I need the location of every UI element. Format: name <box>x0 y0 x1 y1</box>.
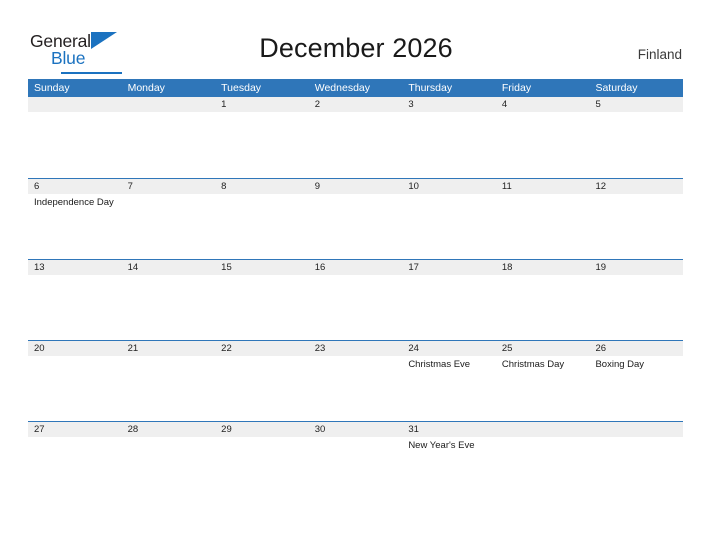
calendar-day-cell[interactable]: 14 <box>121 260 216 340</box>
calendar-day-cell[interactable]: 13 <box>28 260 122 340</box>
day-number: 6 <box>28 179 122 194</box>
weekday-header-sunday: Sunday <box>34 82 70 94</box>
calendar-day-cell[interactable]: 17 <box>402 260 496 340</box>
day-number <box>28 97 122 112</box>
calendar-day-cell-empty <box>495 422 590 502</box>
day-number: 4 <box>495 97 590 112</box>
day-number <box>589 422 684 437</box>
calendar-day-cell[interactable]: 12 <box>589 179 684 259</box>
day-number: 5 <box>589 97 684 112</box>
day-events: Boxing Day <box>589 356 683 371</box>
day-number: 11 <box>495 179 590 194</box>
day-number: 2 <box>308 97 403 112</box>
day-number: 13 <box>28 260 122 275</box>
calendar-day-cell[interactable]: 9 <box>308 179 403 259</box>
day-number: 31 <box>402 422 496 437</box>
day-events: Independence Day <box>28 194 122 209</box>
calendar-day-cell[interactable]: 23 <box>308 341 403 421</box>
holiday-event-label: New Year's Eve <box>408 440 475 451</box>
calendar-day-cell[interactable]: 11 <box>495 179 590 259</box>
day-events: Christmas Day <box>496 356 590 371</box>
page-header: General Blue December 2026 Finland <box>0 0 712 78</box>
page-title: December 2026 <box>259 33 453 63</box>
calendar-week-row: 20 21 22 23 24 Christmas Eve 25 Christmas Day 26… <box>28 340 684 421</box>
calendar-day-cell[interactable]: 5 <box>589 97 684 178</box>
calendar-day-cell-empty <box>121 97 216 178</box>
calendar-day-cell[interactable]: 31 New Year's Eve <box>402 422 496 502</box>
calendar-day-cell[interactable]: 20 <box>28 341 122 421</box>
calendar-week-row: 27 28 29 30 31 New Year's Eve <box>28 421 684 502</box>
weekday-header-saturday: Saturday <box>595 82 638 94</box>
day-number <box>121 97 216 112</box>
day-number: 10 <box>402 179 496 194</box>
calendar-day-cell[interactable]: 7 <box>121 179 216 259</box>
weekday-header-monday: Monday <box>127 82 165 94</box>
calendar-day-cell-empty <box>28 97 122 178</box>
day-number <box>495 422 590 437</box>
calendar-day-cell[interactable]: 16 <box>308 260 403 340</box>
calendar-day-cell[interactable]: 10 <box>402 179 496 259</box>
weekday-header-wednesday: Wednesday <box>314 82 370 94</box>
calendar-day-cell[interactable]: 6 Independence Day <box>28 179 122 259</box>
holiday-event-label: Christmas Day <box>501 359 565 370</box>
holiday-event-label: Independence Day <box>34 197 114 208</box>
day-number: 18 <box>495 260 590 275</box>
calendar-day-cell[interactable]: 24 Christmas Eve <box>402 341 496 421</box>
day-number: 19 <box>589 260 684 275</box>
day-number: 1 <box>215 97 309 112</box>
day-events: Christmas Eve <box>402 356 496 371</box>
day-number: 15 <box>215 260 309 275</box>
day-number: 29 <box>215 422 309 437</box>
day-number: 30 <box>308 422 403 437</box>
day-number: 28 <box>121 422 216 437</box>
day-number: 20 <box>28 341 122 356</box>
calendar-day-cell[interactable]: 1 <box>215 97 309 178</box>
weekday-header-friday: Friday <box>501 82 532 94</box>
calendar-day-cell[interactable]: 18 <box>495 260 590 340</box>
calendar-week-row: 13 14 15 16 17 18 19 <box>28 259 684 340</box>
calendar-day-cell[interactable]: 15 <box>215 260 309 340</box>
calendar-week-row: 12345 <box>28 97 684 178</box>
calendar-day-cell[interactable]: 21 <box>121 341 216 421</box>
calendar-day-cell[interactable]: 8 <box>215 179 309 259</box>
day-number: 25 <box>495 341 590 356</box>
day-number: 7 <box>121 179 216 194</box>
calendar-day-cell-empty <box>589 422 684 502</box>
calendar-day-cell[interactable]: 2 <box>308 97 403 178</box>
calendar-week-row: 6 Independence Day 7 8 9 10 11 12 <box>28 178 684 259</box>
day-number: 8 <box>215 179 309 194</box>
day-number: 12 <box>589 179 684 194</box>
day-number: 23 <box>308 341 403 356</box>
calendar-day-cell[interactable]: 3 <box>402 97 496 178</box>
day-number: 14 <box>121 260 216 275</box>
day-number: 24 <box>402 341 496 356</box>
calendar-day-cell[interactable]: 30 <box>308 422 403 502</box>
logo-underline <box>61 72 122 74</box>
calendar-day-cell[interactable]: 4 <box>495 97 590 178</box>
calendar-grid: Sunday Monday Tuesday Wednesday Thursday Frid… <box>28 79 684 502</box>
calendar-day-cell[interactable]: 22 <box>215 341 309 421</box>
day-number: 22 <box>215 341 309 356</box>
day-number: 9 <box>308 179 403 194</box>
calendar-day-cell[interactable]: 28 <box>121 422 216 502</box>
holiday-event-label: Christmas Eve <box>408 359 471 370</box>
calendar-day-cell[interactable]: 25 Christmas Day <box>495 341 590 421</box>
calendar-day-cell[interactable]: 19 <box>589 260 684 340</box>
holiday-event-label: Boxing Day <box>595 359 645 370</box>
calendar-day-cell[interactable]: 27 <box>28 422 122 502</box>
day-number: 21 <box>121 341 216 356</box>
day-events: New Year's Eve <box>402 437 496 452</box>
day-number: 16 <box>308 260 403 275</box>
day-number: 3 <box>402 97 496 112</box>
calendar-day-cell[interactable]: 29 <box>215 422 309 502</box>
country-label: Finland <box>637 47 682 62</box>
day-number: 17 <box>402 260 496 275</box>
day-number: 27 <box>28 422 122 437</box>
weekday-header-thursday: Thursday <box>408 82 453 94</box>
calendar-day-cell[interactable]: 26 Boxing Day <box>589 341 684 421</box>
weekday-header-row: Sunday Monday Tuesday Wednesday Thursday Frid… <box>28 79 683 97</box>
day-number: 26 <box>589 341 684 356</box>
weekday-header-tuesday: Tuesday <box>221 82 262 94</box>
calendar-weeks: 1 2 3 4 5 6 Independence Day 7 8 9 10 11 12 13 14 15 16 1… <box>28 97 684 502</box>
